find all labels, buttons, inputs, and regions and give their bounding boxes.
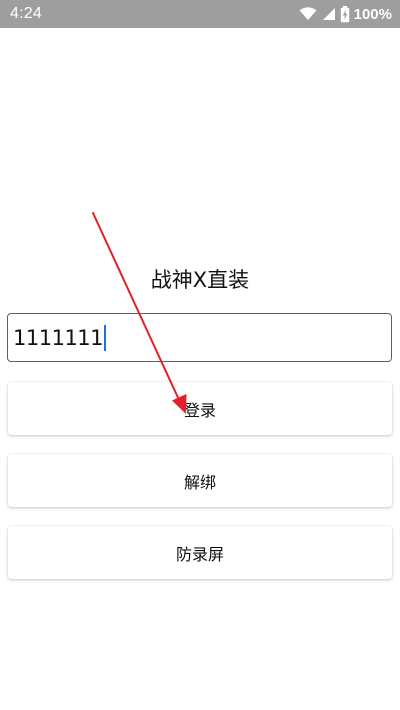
signal-icon [321, 7, 336, 21]
login-button[interactable]: 登录 [8, 382, 392, 435]
text-caret [104, 324, 107, 351]
key-input-value: 1111111 [13, 325, 104, 350]
anti-screen-record-button[interactable]: 防录屏 [8, 526, 392, 579]
key-input[interactable]: 1111111 [7, 313, 392, 362]
status-right: 100% [299, 5, 392, 23]
wifi-icon [299, 7, 317, 21]
app-title: 战神X直装 [150, 268, 250, 292]
status-time: 4:24 [10, 5, 42, 22]
battery-charging-icon [340, 5, 350, 23]
status-left: 4:24 [10, 5, 42, 23]
battery-percentage: 100% [353, 5, 392, 23]
app-screen: 4:24 100% 战神X直装 1111111 登录 解绑 防录屏 [0, 0, 400, 710]
unbind-button[interactable]: 解绑 [8, 454, 392, 507]
status-bar: 4:24 100% [0, 0, 400, 28]
